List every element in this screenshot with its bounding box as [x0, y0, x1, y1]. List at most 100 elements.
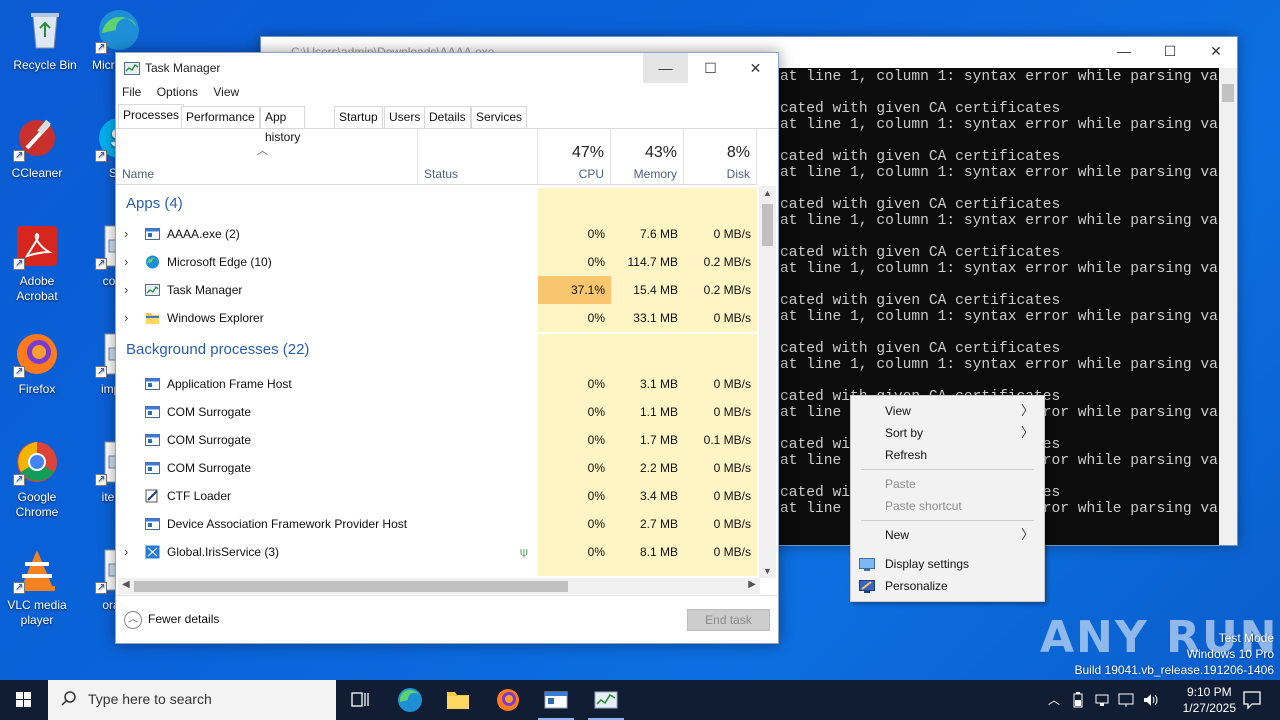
context-menu-item-view[interactable]: View 〉 [851, 400, 1044, 422]
desktop-icon[interactable]: VLC media player [0, 546, 74, 628]
group-header: Apps (4) [116, 188, 757, 220]
context-menu-item-display-settings[interactable]: Display settings [851, 553, 1044, 575]
close-button[interactable]: ✕ [733, 53, 778, 83]
expand-chevron-icon[interactable]: › [124, 220, 128, 248]
process-row[interactable]: › Microsoft Edge (10) 0% 114.7 MB 0.2 MB/s [116, 248, 757, 276]
column-status[interactable]: Status [418, 129, 538, 185]
taskbar-edge[interactable] [386, 680, 434, 720]
display-tray-icon[interactable] [1118, 692, 1134, 708]
console-scroll-thumb[interactable] [1222, 84, 1234, 102]
context-menu-label: Sort by [885, 426, 924, 440]
search-icon [61, 691, 76, 706]
acrobat-icon [13, 222, 61, 271]
console-minimize-button[interactable]: — [1101, 37, 1147, 67]
task-manager-window[interactable]: Task Manager — ☐ ✕ File Options View Pro… [115, 52, 779, 644]
scroll-down-icon[interactable]: ▼ [763, 566, 772, 576]
memory-label: Memory [633, 167, 677, 181]
horizontal-scrollbar[interactable]: ◀ ▶ [118, 578, 760, 594]
menu-file[interactable]: File [122, 85, 141, 99]
process-row[interactable]: COM Surrogate 0% 1.7 MB 0.1 MB/s [116, 426, 757, 454]
process-row[interactable]: › Global.IrisService (3) ⍦ 0% 8.1 MB 0 MB/s [116, 538, 757, 566]
ccleaner-icon [13, 114, 61, 163]
process-row[interactable]: COM Surrogate 0% 2.2 MB 0 MB/s [116, 454, 757, 482]
task-view-button[interactable] [336, 680, 384, 720]
process-row[interactable]: CTF Loader 0% 3.4 MB 0 MB/s [116, 482, 757, 510]
desktop-icon-label: CCleaner [11, 166, 63, 180]
console-scrollbar[interactable] [1219, 68, 1237, 545]
scroll-right-icon[interactable]: ▶ [748, 579, 756, 590]
tab-startup[interactable]: Startup [334, 106, 383, 128]
minimize-button[interactable]: — [643, 53, 688, 83]
maximize-button[interactable]: ☐ [688, 53, 733, 83]
context-menu-item-refresh[interactable]: Refresh [851, 444, 1044, 466]
tab-processes[interactable]: Processes [118, 104, 185, 128]
process-row[interactable]: Application Frame Host 0% 3.1 MB 0 MB/s [116, 370, 757, 398]
process-list[interactable]: Apps (4) › AAAA.exe (2) 0% 7.6 MB 0 MB/s › Micr… [116, 186, 757, 576]
volume-icon[interactable] [1142, 692, 1160, 708]
chevron-up-icon[interactable]: ︿ [1048, 691, 1060, 708]
desktop-icon[interactable]: Google Chrome [0, 438, 74, 520]
context-menu-item-personalize[interactable]: Personalize [851, 575, 1044, 597]
notification-center-button[interactable] [1228, 680, 1276, 720]
scroll-left-icon[interactable]: ◀ [122, 579, 130, 590]
watermark-line: Windows 10 Pro [1186, 647, 1274, 661]
desktop-icon[interactable]: Recycle Bin [8, 6, 82, 73]
fewer-details-button[interactable]: ︿ Fewer details [124, 611, 219, 629]
battery-icon[interactable] [1072, 692, 1084, 708]
network-icon[interactable] [1094, 692, 1110, 708]
tab-app-history[interactable]: App history [260, 106, 306, 144]
task-manager-titlebar[interactable]: Task Manager — ☐ ✕ [116, 53, 778, 83]
vertical-scrollbar[interactable]: ▲ ▼ [759, 186, 776, 578]
column-name[interactable]: ︿ Name [116, 129, 418, 185]
chevron-right-icon: 〉 [1020, 527, 1034, 542]
expand-chevron-icon[interactable]: › [124, 248, 128, 276]
process-row[interactable]: › AAAA.exe (2) 0% 7.6 MB 0 MB/s [116, 220, 757, 248]
expand-chevron-icon[interactable]: › [124, 538, 128, 566]
taskbar-task-manager[interactable] [582, 680, 630, 720]
process-name: Windows Explorer [167, 311, 264, 325]
process-cpu-value: 37.1% [570, 283, 605, 297]
process-mem-value: 114.7 MB [627, 255, 678, 269]
shortcut-arrow-icon [95, 40, 107, 55]
console-line: cated with given CA certificates [780, 245, 1061, 261]
desktop-icon[interactable]: CCleaner [0, 114, 74, 181]
task-manager-title: Task Manager [145, 61, 221, 75]
taskbar-aaaa-exe[interactable] [532, 680, 580, 720]
tab-services[interactable]: Services [471, 106, 528, 128]
process-row[interactable]: COM Surrogate 0% 1.1 MB 0 MB/s [116, 398, 757, 426]
desktop-icon-label: Firefox [18, 382, 56, 396]
end-task-button[interactable]: End task [687, 609, 770, 631]
context-menu-item-new[interactable]: New 〉 [851, 524, 1044, 546]
process-mem-value: 33.1 MB [633, 311, 678, 325]
console-maximize-button[interactable]: ☐ [1147, 37, 1193, 67]
context-menu-item-sort-by[interactable]: Sort by 〉 [851, 422, 1044, 444]
expand-chevron-icon[interactable]: › [124, 276, 128, 304]
menu-bar: File Options View [122, 85, 251, 99]
menu-options[interactable]: Options [157, 85, 198, 99]
process-row[interactable] [116, 566, 757, 576]
vertical-scroll-thumb[interactable] [762, 204, 773, 246]
start-button[interactable] [0, 680, 48, 720]
desktop-icon[interactable]: Firefox [0, 330, 74, 397]
expand-chevron-icon[interactable]: › [124, 304, 128, 332]
column-disk[interactable]: 8% Disk [684, 129, 757, 185]
taskbar-search-box[interactable]: Type here to search [48, 680, 336, 720]
process-row[interactable]: Device Association Framework Provider Ho… [116, 510, 757, 538]
menu-view[interactable]: View [213, 85, 239, 99]
chrome-icon [13, 438, 61, 487]
taskbar-firefox[interactable] [484, 680, 532, 720]
column-cpu[interactable]: 47% CPU [538, 129, 611, 185]
console-close-button[interactable]: ✕ [1193, 37, 1239, 67]
tab-users[interactable]: Users [384, 106, 426, 128]
tab-performance[interactable]: Performance [181, 106, 260, 128]
horizontal-scroll-thumb[interactable] [134, 581, 568, 592]
scroll-up-icon[interactable]: ▲ [763, 188, 772, 198]
desktop-icon[interactable]: Adobe Acrobat [0, 222, 74, 304]
column-memory[interactable]: 43% Memory [611, 129, 684, 185]
process-row[interactable]: › Task Manager 37.1% 15.4 MB 0.2 MB/s [116, 276, 757, 304]
process-row[interactable]: › Windows Explorer 0% 33.1 MB 0 MB/s [116, 304, 757, 332]
tab-details[interactable]: Details [424, 106, 471, 128]
process-disk-value: 0.2 MB/s [703, 255, 751, 269]
menu-separator [861, 469, 1034, 470]
taskbar-file-explorer[interactable] [434, 680, 482, 720]
